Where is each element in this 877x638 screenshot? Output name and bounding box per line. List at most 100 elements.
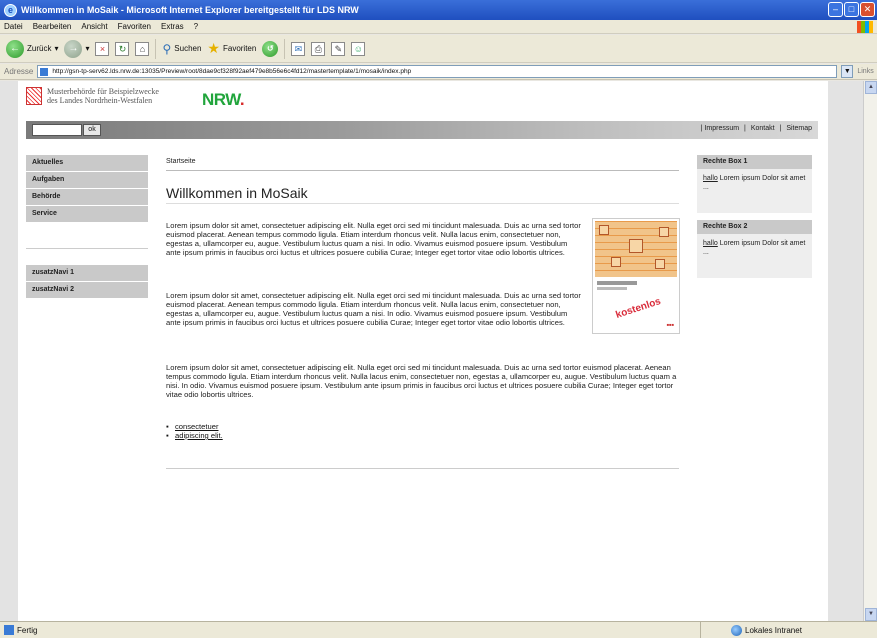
paragraph-3: Lorem ipsum dolor sit amet, consectetuer…	[166, 363, 677, 399]
right-box-text: Lorem ipsum Dolor sit amet ...	[703, 175, 806, 191]
brochure-image: kostenlos ■■■	[592, 218, 680, 334]
page-done-icon	[4, 625, 14, 635]
nav-item-aufgaben[interactable]: Aufgaben	[26, 172, 148, 188]
brochure-text-line	[597, 281, 637, 285]
stop-icon[interactable]: ×	[95, 41, 110, 56]
pattern-tile	[611, 257, 621, 267]
right-box-1: Rechte Box 1 hallo Lorem ipsum Dolor sit…	[697, 155, 812, 213]
close-icon[interactable]: ✕	[860, 2, 875, 17]
brochure-logo-icon: ■■■	[666, 322, 674, 327]
intranet-globe-icon	[731, 624, 742, 636]
menu-datei[interactable]: Datei	[4, 22, 23, 31]
nrw-dot: .	[239, 90, 245, 109]
search-button[interactable]: ⚲ Suchen	[162, 42, 201, 56]
status-left: Fertig	[0, 625, 700, 635]
status-zone: Lokales Intranet	[700, 622, 802, 638]
kontakt-link[interactable]: Kontakt	[751, 125, 775, 132]
content-bottom-divider	[166, 468, 679, 469]
left-navigation: Aktuelles Aufgaben Behörde Service zusat…	[26, 155, 148, 299]
nav-divider	[26, 248, 148, 249]
pattern-tile	[629, 239, 643, 253]
forward-button[interactable]: → ▾	[64, 39, 89, 58]
mail-icon[interactable]: ✉	[291, 41, 306, 56]
right-box-link[interactable]: hallo	[703, 240, 718, 247]
pattern-tile	[599, 225, 609, 235]
menu-bar: Datei Bearbeiten Ansicht Favoriten Extra…	[0, 20, 877, 34]
print-icon[interactable]: ⎙	[311, 41, 326, 56]
windows-logo-icon	[857, 21, 873, 33]
search-ok-button[interactable]: ok	[83, 124, 101, 136]
nav-item-aktuelles[interactable]: Aktuelles	[26, 155, 148, 171]
site-logo[interactable]: Musterbehörde für Beispielzwecke des Lan…	[26, 87, 159, 105]
nav-item-zusatznavi-1[interactable]: zusatzNavi 1	[26, 265, 148, 281]
coat-of-arms-icon	[26, 87, 42, 105]
links-label[interactable]: Links	[857, 68, 873, 75]
nav-item-behoerde[interactable]: Behörde	[26, 189, 148, 205]
back-button[interactable]: ← Zurück ▾	[6, 39, 58, 58]
maximize-icon[interactable]: □	[844, 2, 859, 17]
back-arrow-icon: ←	[6, 39, 24, 58]
window-titlebar: e Willkommen in MoSaik - Microsoft Inter…	[0, 0, 877, 20]
address-label: Adresse	[4, 67, 34, 76]
browser-toolbar: ← Zurück ▾ → ▾ × ↻ ⌂ ⚲ Suchen ★ Favorite…	[0, 35, 877, 63]
address-field[interactable]: http://gsn-tp-serv62.lds.nrw.de:13035/Pr…	[37, 65, 838, 78]
history-icon[interactable]: ↺	[262, 40, 279, 57]
impressum-link[interactable]: Impressum	[704, 125, 739, 132]
meta-links: | Impressum | Kontakt | Sitemap	[701, 125, 812, 132]
scroll-up-icon[interactable]: ▲	[865, 81, 877, 94]
ie-icon: e	[4, 3, 17, 17]
edit-icon[interactable]: ✎	[331, 41, 346, 56]
menu-bearbeiten[interactable]: Bearbeiten	[33, 22, 72, 31]
home-icon[interactable]: ⌂	[135, 41, 150, 56]
right-box-title: Rechte Box 1	[697, 155, 812, 169]
back-label: Zurück	[27, 44, 52, 53]
window-title: Willkommen in MoSaik - Microsoft Interne…	[21, 5, 359, 15]
dropdown-icon[interactable]: ▾	[85, 44, 89, 53]
menu-help[interactable]: ?	[194, 22, 198, 31]
toolbar-separator	[284, 38, 286, 59]
dropdown-icon[interactable]: ▾	[54, 44, 58, 53]
address-dropdown-icon[interactable]: ▼	[841, 65, 854, 78]
nav-item-service[interactable]: Service	[26, 206, 148, 222]
window-controls: – □ ✕	[828, 2, 875, 17]
page-icon	[40, 68, 49, 76]
toolbar-separator	[155, 38, 157, 59]
status-bar: Fertig Lokales Intranet	[0, 621, 877, 638]
right-box-link[interactable]: hallo	[703, 175, 718, 182]
right-box-2: Rechte Box 2 hallo Lorem ipsum Dolor sit…	[697, 220, 812, 278]
breadcrumb-divider	[166, 170, 679, 171]
vertical-scrollbar[interactable]: ▲ ▼	[863, 81, 877, 621]
minimize-icon[interactable]: –	[828, 2, 843, 17]
refresh-icon[interactable]: ↻	[115, 41, 130, 56]
messenger-icon[interactable]: ☺	[351, 41, 366, 56]
site-search-input[interactable]	[32, 124, 82, 136]
menu-extras[interactable]: Extras	[161, 22, 184, 31]
paragraph-2: Lorem ipsum dolor sit amet, consectetuer…	[166, 291, 581, 327]
nrw-logo: NRW.	[202, 90, 245, 110]
star-icon: ★	[207, 40, 220, 56]
meta-sep: |	[700, 125, 703, 132]
link-consectetuer[interactable]: consectetuer	[166, 422, 223, 431]
paragraph-1: Lorem ipsum dolor sit amet, consectetuer…	[166, 221, 581, 257]
right-box-text: Lorem ipsum Dolor sit amet ...	[703, 240, 806, 256]
brochure-text-line	[597, 287, 627, 290]
page-title: Willkommen in MoSaik	[166, 185, 308, 201]
brochure-stamp: kostenlos	[614, 296, 663, 321]
zone-label: Lokales Intranet	[745, 625, 802, 635]
brochure-cover-pattern	[595, 221, 677, 277]
address-url: http://gsn-tp-serv62.lds.nrw.de:13035/Pr…	[52, 68, 412, 75]
menu-favoriten[interactable]: Favoriten	[118, 22, 151, 31]
scroll-down-icon[interactable]: ▼	[865, 608, 877, 621]
right-box-title: Rechte Box 2	[697, 220, 812, 234]
link-adipiscing[interactable]: adipiscing elit.	[166, 431, 223, 440]
logo-line-1: Musterbehörde für Beispielzwecke	[47, 87, 159, 96]
breadcrumb[interactable]: Startseite	[166, 158, 196, 165]
title-divider	[166, 203, 679, 204]
menu-ansicht[interactable]: Ansicht	[81, 22, 107, 31]
status-text: Fertig	[17, 625, 38, 635]
nav-item-zusatznavi-2[interactable]: zusatzNavi 2	[26, 282, 148, 298]
sitemap-link[interactable]: Sitemap	[786, 125, 812, 132]
forward-arrow-icon: →	[64, 39, 83, 58]
search-label: Suchen	[174, 44, 202, 53]
favorites-button[interactable]: ★ Favoriten	[207, 40, 256, 57]
